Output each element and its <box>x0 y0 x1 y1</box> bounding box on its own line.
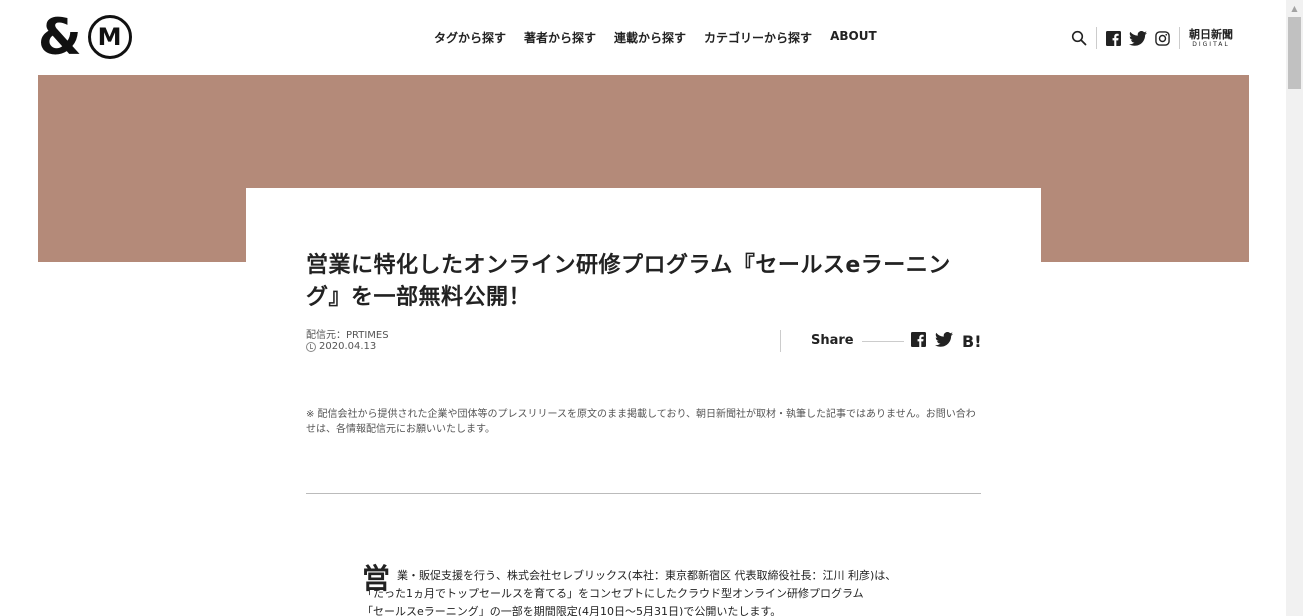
article-source: 配信元：PRTIMES <box>306 330 389 341</box>
facebook-icon[interactable] <box>1106 30 1121 46</box>
asahi-logo-sub: DIGITAL <box>1192 40 1230 48</box>
article-date-row: 2020.04.13 <box>306 341 389 352</box>
body-line-3: 「セールスeラーニング」の一部を期間限定(4月10日〜5月31日)で公開いたしま… <box>362 605 782 616</box>
nav-item-series[interactable]: 連載から探す <box>614 29 686 46</box>
share-label: Share <box>811 333 854 348</box>
header-icons: 朝日新聞 DIGITAL <box>1071 27 1233 49</box>
main-nav: タグから探す 著者から探す 連載から探す カテゴリーから探す ABOUT <box>434 29 877 46</box>
article-meta: 配信元：PRTIMES 2020.04.13 <box>306 330 389 352</box>
share-divider <box>780 330 781 352</box>
asahi-logo-name: 朝日新聞 <box>1189 27 1233 41</box>
search-icon[interactable] <box>1071 30 1087 46</box>
logo-m-circle: M <box>87 15 132 59</box>
article-date: 2020.04.13 <box>319 341 377 352</box>
header-divider-2 <box>1179 27 1180 49</box>
nav-item-categories[interactable]: カテゴリーから探す <box>704 29 812 46</box>
hatena-bookmark-icon[interactable]: B! <box>962 333 982 350</box>
instagram-icon[interactable] <box>1155 30 1170 46</box>
header-divider <box>1096 27 1097 49</box>
twitter-icon[interactable] <box>1129 30 1147 46</box>
body-line-1: 業・販促支援を行う、株式会社セレブリックス(本社：東京都新宿区 代表取締役社長：… <box>397 569 897 582</box>
asahi-digital-logo[interactable]: 朝日新聞 DIGITAL <box>1189 29 1233 48</box>
press-release-notice: ※ 配信会社から提供された企業や団体等のプレスリリースを原文のまま掲載しており、… <box>306 409 976 435</box>
scroll-thumb[interactable] <box>1288 17 1301 89</box>
site-header: & M タグから探す 著者から探す 連載から探す カテゴリーから探す ABOUT… <box>0 0 1286 75</box>
nav-item-about[interactable]: ABOUT <box>830 29 877 46</box>
nav-item-tags[interactable]: タグから探す <box>434 29 506 46</box>
clock-icon <box>306 341 316 352</box>
vertical-scrollbar[interactable]: ▲ <box>1286 0 1303 616</box>
article-title: 営業に特化したオンライン研修プログラム『セールスeラーニング』を一部無料公開！ <box>306 253 951 310</box>
body-line-2: 「たった1ヵ月でトップセールスを育てる」をコンセプトにしたクラウド型オンライン研… <box>362 587 864 600</box>
content-divider <box>306 493 981 494</box>
twitter-share-icon[interactable] <box>935 332 953 351</box>
nav-item-authors[interactable]: 著者から探す <box>524 29 596 46</box>
scroll-up-arrow-icon[interactable]: ▲ <box>1286 0 1303 17</box>
logo-ampersand: & <box>38 8 82 66</box>
site-logo[interactable]: & M <box>38 8 132 66</box>
share-line <box>862 341 904 342</box>
facebook-share-icon[interactable] <box>911 332 926 351</box>
share-icons: B! <box>911 332 982 351</box>
